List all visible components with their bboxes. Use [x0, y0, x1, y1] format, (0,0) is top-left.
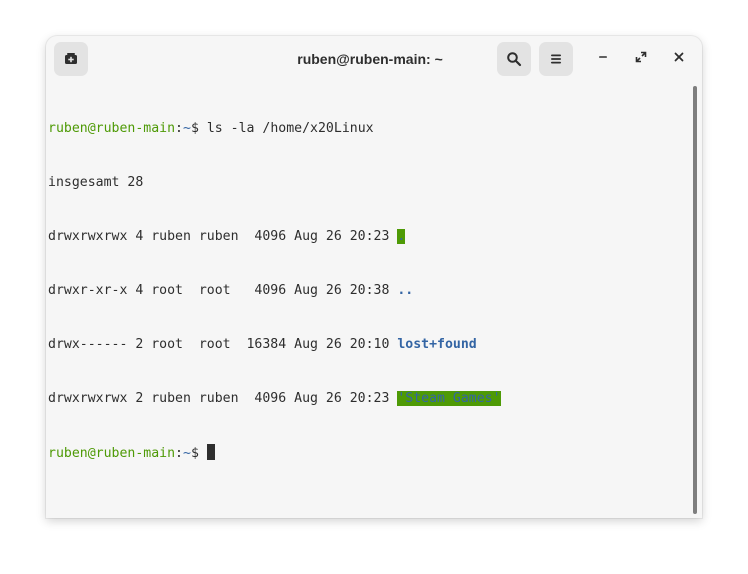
entry-name: lost+found	[397, 337, 477, 352]
prompt-path: ~	[183, 121, 191, 136]
search-icon	[506, 51, 522, 67]
terminal-window: ruben@ruben-main: ~ ruben@ruben-main:~$ …	[46, 36, 702, 518]
scrollbar[interactable]	[693, 86, 697, 514]
prompt-path: ~	[183, 446, 191, 461]
listing-row: drwx------ 2 root root 16384 Aug 26 20:1…	[48, 336, 688, 354]
command-text: ls -la /home/x20Linux	[206, 121, 374, 136]
entry-name: 'Steam Games'	[397, 391, 501, 406]
entry-name: ..	[397, 283, 414, 298]
prompt-separator: :	[175, 121, 183, 136]
entry-meta: drwxrwxrwx 2 ruben ruben 4096 Aug 26 20:…	[48, 391, 398, 406]
new-tab-button[interactable]	[54, 42, 88, 76]
text-cursor	[206, 444, 215, 460]
listing-row: drwxrwxrwx 2 ruben ruben 4096 Aug 26 20:…	[48, 390, 688, 408]
entry-meta: drwxrwxrwx 4 ruben ruben 4096 Aug 26 20:…	[48, 229, 398, 244]
maximize-icon	[635, 50, 647, 68]
minimize-icon	[597, 50, 609, 68]
total-line: insgesamt 28	[48, 175, 144, 190]
maximize-button[interactable]	[629, 47, 653, 71]
prompt-dollar: $	[190, 121, 207, 136]
main-menu-button[interactable]	[539, 42, 573, 76]
window-title: ruben@ruben-main: ~	[297, 51, 443, 67]
headerbar: ruben@ruben-main: ~	[46, 36, 702, 83]
active-prompt-line: ruben@ruben-main:~$	[48, 444, 688, 462]
close-icon	[673, 50, 685, 68]
prompt-user: ruben@ruben-main	[48, 121, 176, 136]
command-line: ruben@ruben-main:~$ ls -la /home/x20Linu…	[48, 120, 688, 138]
close-button[interactable]	[667, 47, 691, 71]
prompt-separator: :	[175, 446, 183, 461]
minimize-button[interactable]	[591, 47, 615, 71]
terminal-output[interactable]: ruben@ruben-main:~$ ls -la /home/x20Linu…	[48, 84, 688, 514]
entry-meta: drwxr-xr-x 4 root root 4096 Aug 26 20:38	[48, 283, 398, 298]
listing-row: drwxrwxrwx 4 ruben ruben 4096 Aug 26 20:…	[48, 228, 688, 246]
prompt-user: ruben@ruben-main	[48, 446, 176, 461]
hamburger-menu-icon	[548, 51, 564, 67]
prompt-dollar: $	[190, 446, 207, 461]
entry-meta: drwx------ 2 root root 16384 Aug 26 20:1…	[48, 337, 398, 352]
listing-row: drwxr-xr-x 4 root root 4096 Aug 26 20:38…	[48, 282, 688, 300]
search-button[interactable]	[497, 42, 531, 76]
entry-name: .	[397, 229, 406, 244]
new-tab-icon	[63, 51, 79, 67]
